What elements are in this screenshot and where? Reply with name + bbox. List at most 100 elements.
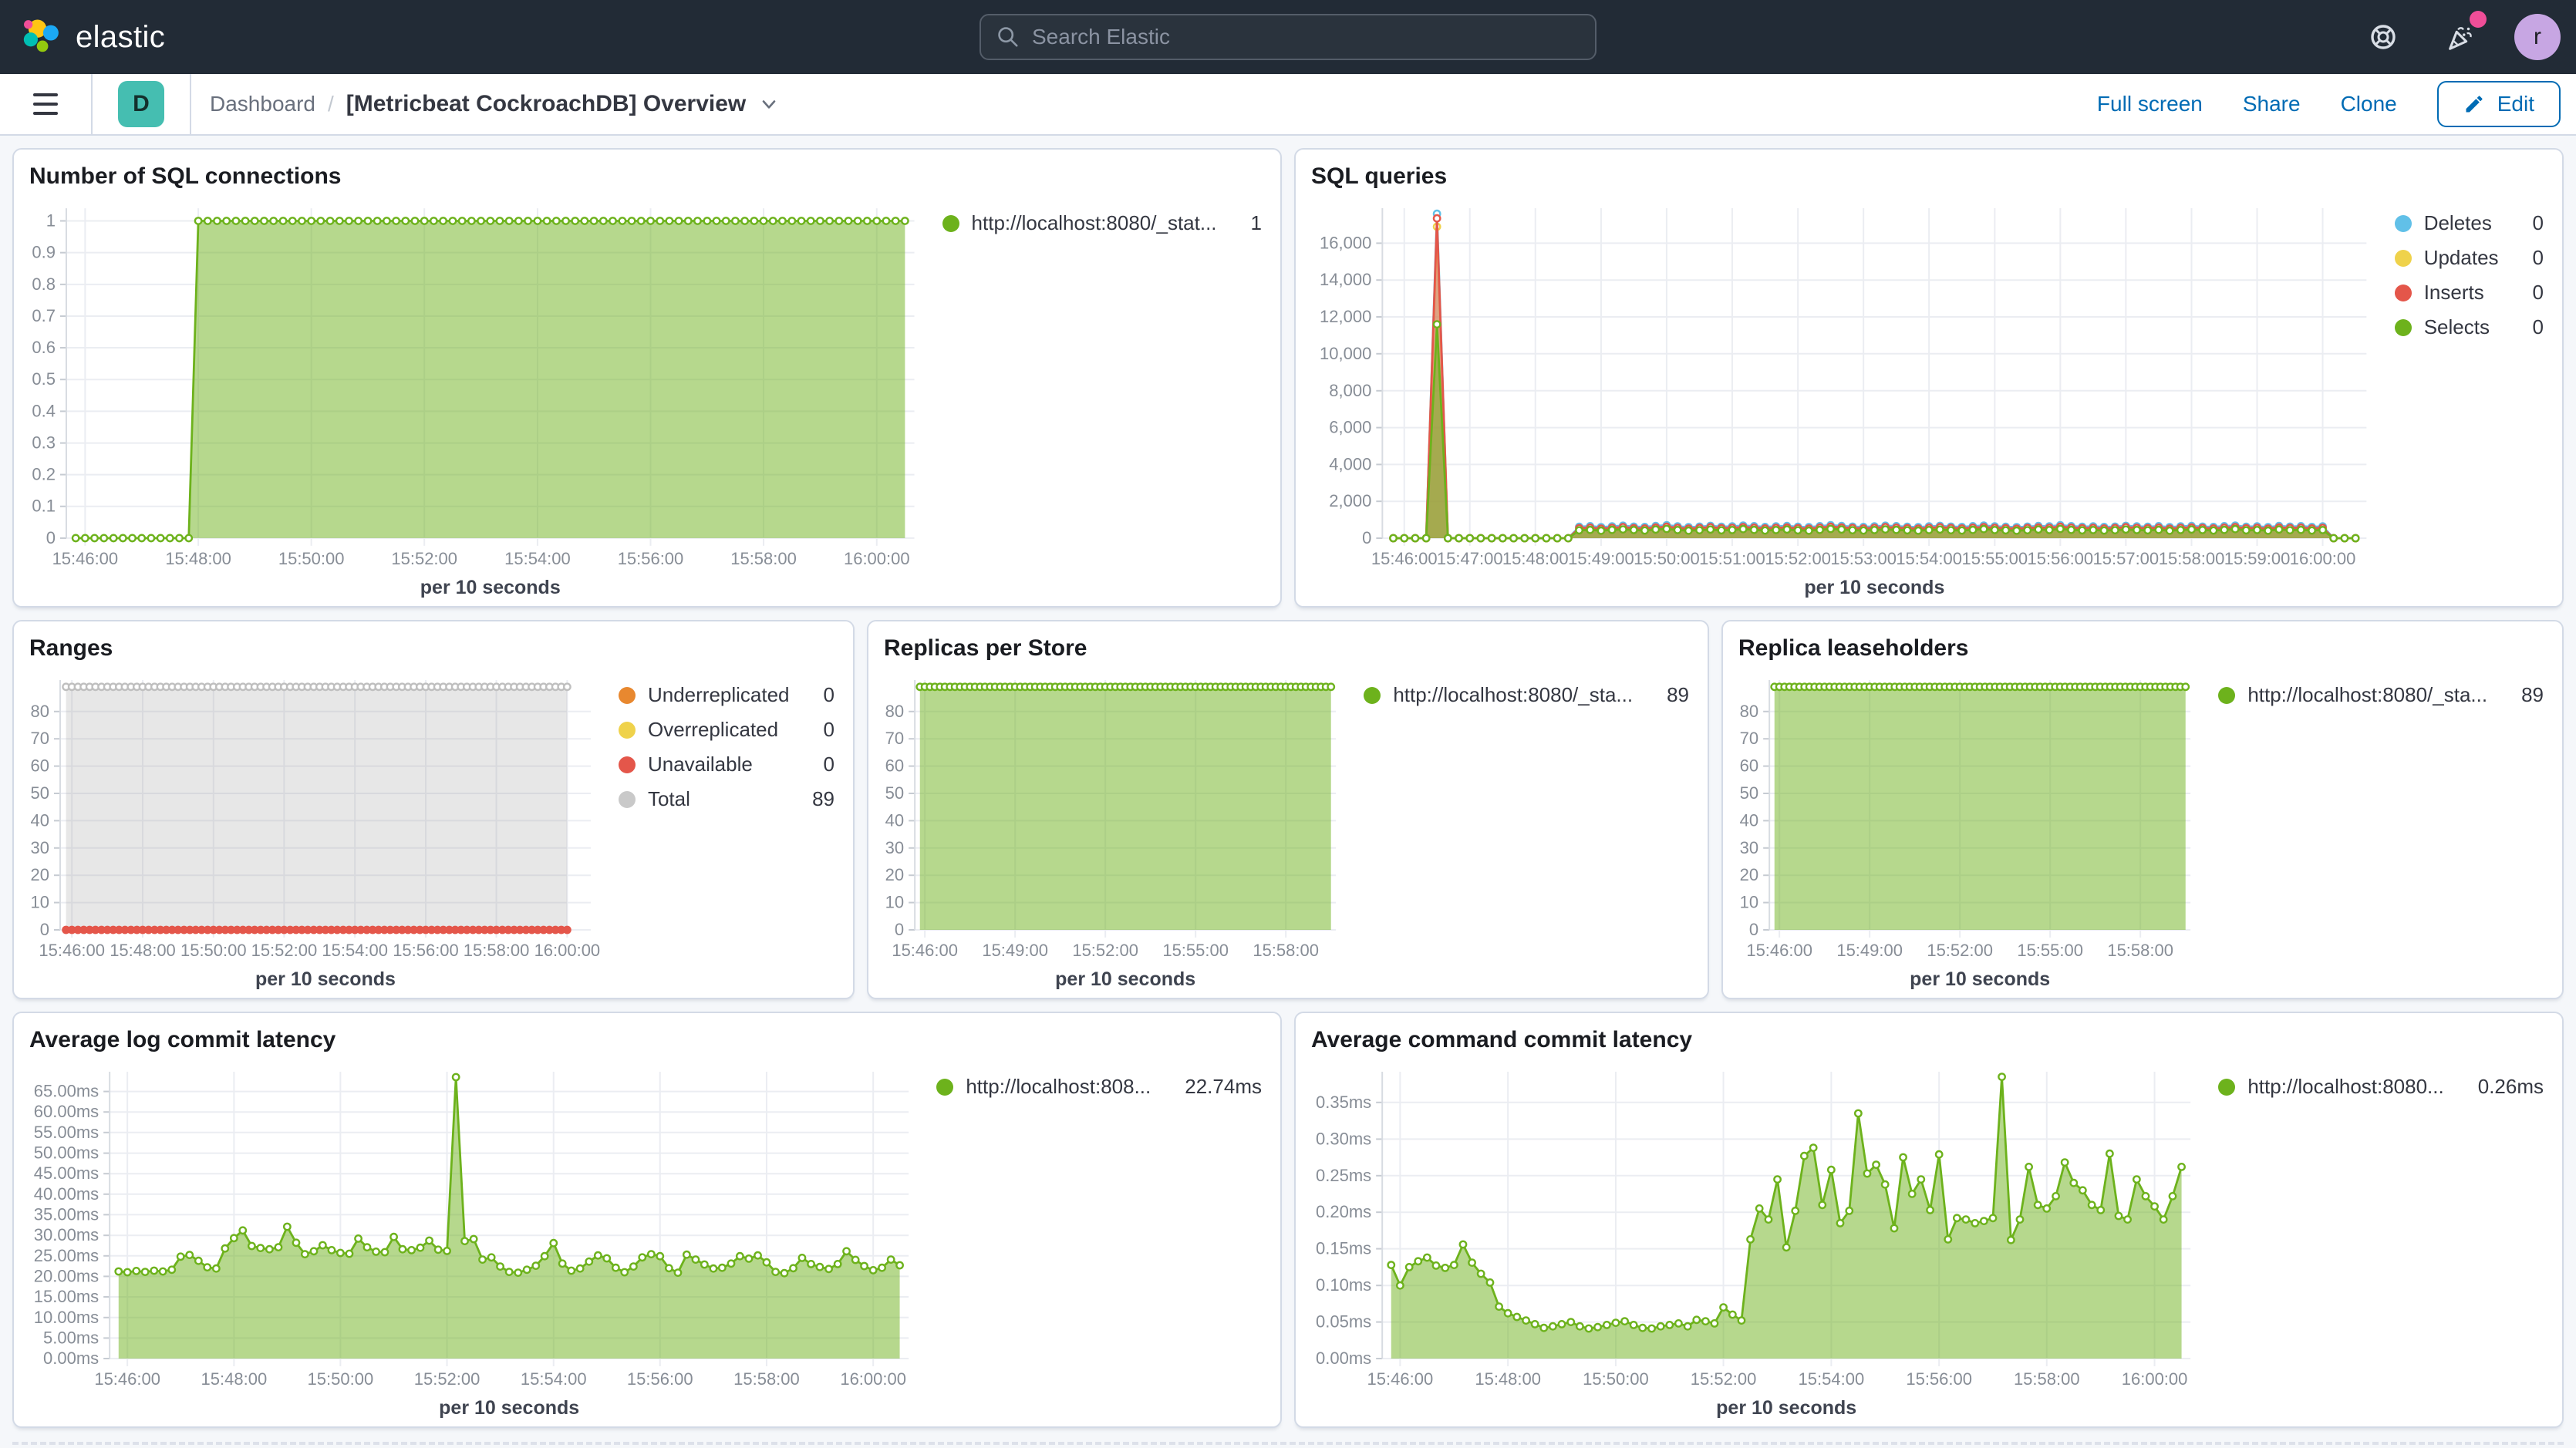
- panel-sql-connections: Number of SQL connections 15:46:0015:48:…: [12, 148, 1282, 608]
- svg-text:0.25ms: 0.25ms: [1316, 1166, 1371, 1185]
- menu-button[interactable]: [0, 74, 93, 134]
- svg-text:15:58:00: 15:58:00: [2107, 941, 2173, 960]
- svg-text:15.00ms: 15.00ms: [34, 1287, 99, 1306]
- panel-title[interactable]: SQL queries: [1296, 150, 2562, 193]
- svg-text:0: 0: [895, 920, 904, 939]
- svg-text:4,000: 4,000: [1329, 454, 1371, 473]
- search-input[interactable]: [1032, 25, 1580, 49]
- svg-text:0.10ms: 0.10ms: [1316, 1275, 1371, 1295]
- legend-item[interactable]: Overreplicated 0: [619, 718, 835, 742]
- svg-text:15:48:00: 15:48:00: [201, 1369, 268, 1389]
- help-button[interactable]: [2360, 14, 2406, 60]
- legend-label: http://localhost:8080/_sta...: [1393, 683, 1633, 707]
- elastic-logo[interactable]: elastic: [22, 17, 165, 57]
- edit-button[interactable]: Edit: [2437, 81, 2561, 127]
- series-color-dot: [942, 215, 959, 232]
- full-screen-button[interactable]: Full screen: [2097, 92, 2203, 116]
- legend-item[interactable]: Selects 0: [2395, 315, 2544, 339]
- clone-button[interactable]: Clone: [2341, 92, 2397, 116]
- svg-text:15:54:00: 15:54:00: [504, 549, 571, 568]
- legend-item[interactable]: Unavailable 0: [619, 753, 835, 776]
- panel-replicas-per-store: Replicas per Store 15:46:0015:49:0015:52…: [867, 620, 1709, 999]
- svg-text:50: 50: [1740, 783, 1758, 803]
- legend-value: 0: [802, 753, 835, 776]
- panel-title[interactable]: Replicas per Store: [868, 621, 1708, 665]
- svg-text:15:48:00: 15:48:00: [165, 549, 231, 568]
- legend-value: 1: [1229, 211, 1262, 235]
- svg-text:15:56:00: 15:56:00: [393, 941, 459, 960]
- dashboard-badge: D: [118, 81, 164, 127]
- avg-log-commit-latency-chart[interactable]: 15:46:0015:48:0015:50:0015:52:0015:54:00…: [14, 1056, 930, 1426]
- elastic-logo-icon: [22, 17, 62, 57]
- svg-text:70: 70: [885, 729, 904, 748]
- legend-item[interactable]: http://localhost:808... 22.74ms: [936, 1075, 1262, 1099]
- global-search[interactable]: [979, 14, 1597, 60]
- series-color-dot: [619, 791, 636, 808]
- svg-text:15:58:00: 15:58:00: [733, 1369, 800, 1389]
- legend-item[interactable]: http://localhost:8080/_sta... 89: [1364, 683, 1689, 707]
- svg-text:15:54:00: 15:54:00: [1799, 1369, 1865, 1389]
- svg-text:25.00ms: 25.00ms: [34, 1246, 99, 1265]
- replica-leaseholders-chart[interactable]: 15:46:0015:49:0015:52:0015:55:0015:58:00…: [1723, 665, 2212, 998]
- svg-text:15:56:00: 15:56:00: [2028, 549, 2094, 568]
- panel-title[interactable]: Average log commit latency: [14, 1013, 1280, 1056]
- panel-title[interactable]: Average command commit latency: [1296, 1013, 2562, 1056]
- legend-label: Total: [648, 787, 690, 811]
- legend-label: Underreplicated: [648, 683, 790, 707]
- svg-text:50: 50: [885, 783, 904, 803]
- news-feed-button[interactable]: [2437, 14, 2483, 60]
- series-color-dot: [1364, 687, 1381, 704]
- panel-title[interactable]: Ranges: [14, 621, 853, 665]
- replicas-per-store-chart[interactable]: 15:46:0015:49:0015:52:0015:55:0015:58:00…: [868, 665, 1357, 998]
- svg-text:15:46:00: 15:46:00: [892, 941, 958, 960]
- legend-value: 89: [2500, 683, 2544, 707]
- share-button[interactable]: Share: [2243, 92, 2301, 116]
- svg-text:15:55:00: 15:55:00: [2017, 941, 2083, 960]
- svg-text:10,000: 10,000: [1320, 344, 1371, 363]
- series-color-dot: [2395, 285, 2412, 301]
- dashboard-content: Number of SQL connections 15:46:0015:48:…: [0, 136, 2576, 1448]
- ranges-chart[interactable]: 15:46:0015:48:0015:50:0015:52:0015:54:00…: [14, 665, 612, 998]
- panel-title[interactable]: Number of SQL connections: [14, 150, 1280, 193]
- legend-item[interactable]: Updates 0: [2395, 246, 2544, 270]
- svg-text:15:54:00: 15:54:00: [322, 941, 388, 960]
- chart-legend: http://localhost:8080/_sta... 89: [2212, 665, 2562, 998]
- legend-item[interactable]: Underreplicated 0: [619, 683, 835, 707]
- legend-value: 89: [791, 787, 835, 811]
- svg-text:0: 0: [46, 528, 56, 547]
- svg-text:15:56:00: 15:56:00: [627, 1369, 693, 1389]
- svg-text:35.00ms: 35.00ms: [34, 1204, 99, 1224]
- chart-legend: Deletes 0 Updates 0 Inserts 0: [2389, 193, 2562, 606]
- legend-item[interactable]: Deletes 0: [2395, 211, 2544, 235]
- legend-item[interactable]: http://localhost:8080/_sta... 89: [2218, 683, 2544, 707]
- legend-label: http://localhost:8080/_sta...: [2247, 683, 2487, 707]
- breadcrumb-separator: /: [328, 92, 334, 116]
- svg-text:per 10 seconds: per 10 seconds: [420, 577, 561, 598]
- dashboard-toolbar: D Dashboard / [Metricbeat CockroachDB] O…: [0, 74, 2576, 136]
- svg-text:15:50:00: 15:50:00: [180, 941, 247, 960]
- svg-text:50.00ms: 50.00ms: [34, 1143, 99, 1163]
- legend-item[interactable]: http://localhost:8080... 0.26ms: [2218, 1075, 2544, 1099]
- avg-command-commit-latency-chart[interactable]: 15:46:0015:48:0015:50:0015:52:0015:54:00…: [1296, 1056, 2212, 1426]
- svg-text:15:58:00: 15:58:00: [1253, 941, 1319, 960]
- svg-text:per 10 seconds: per 10 seconds: [255, 968, 396, 990]
- svg-text:15:46:00: 15:46:00: [1367, 1369, 1434, 1389]
- breadcrumb-dashboard-link[interactable]: Dashboard: [210, 92, 315, 116]
- svg-text:per 10 seconds: per 10 seconds: [1910, 968, 2050, 990]
- legend-value: 89: [1645, 683, 1689, 707]
- legend-item[interactable]: Total 89: [619, 787, 835, 811]
- svg-text:16,000: 16,000: [1320, 233, 1371, 252]
- sql-connections-chart[interactable]: 15:46:0015:48:0015:50:0015:52:0015:54:00…: [14, 193, 936, 606]
- user-avatar[interactable]: r: [2514, 14, 2561, 60]
- svg-text:15:52:00: 15:52:00: [1927, 941, 1993, 960]
- svg-text:15:53:00: 15:53:00: [1830, 549, 1897, 568]
- party-horn-icon: [2444, 21, 2477, 53]
- sql-queries-chart[interactable]: 15:46:0015:47:0015:48:0015:49:0015:50:00…: [1296, 193, 2389, 606]
- legend-item[interactable]: Inserts 0: [2395, 281, 2544, 305]
- panel-title[interactable]: Replica leaseholders: [1723, 621, 2562, 665]
- svg-text:10: 10: [1740, 893, 1758, 912]
- legend-item[interactable]: http://localhost:8080/_stat... 1: [942, 211, 1262, 235]
- chevron-down-icon[interactable]: [758, 93, 780, 115]
- chart-legend: http://localhost:8080/_stat... 1: [936, 193, 1280, 606]
- help-icon: [2368, 22, 2399, 52]
